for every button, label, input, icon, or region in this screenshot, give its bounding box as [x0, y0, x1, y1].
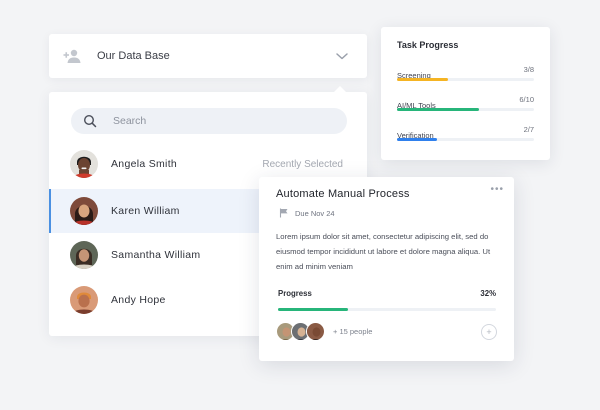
- add-user-icon[interactable]: [63, 46, 83, 66]
- progress-row-ai-ml-tools: AI/ML Tools 6/10: [397, 95, 534, 113]
- task-description: Lorem ipsum dolor sit amet, consectetur …: [276, 232, 491, 271]
- member-avatars[interactable]: + 15 people: [276, 322, 372, 341]
- recently-selected-label: Recently Selected: [262, 158, 343, 170]
- progress-row-count: 6/10: [519, 95, 534, 104]
- person-name: Angela Smith: [111, 158, 178, 170]
- progress-row-verification: Verification 2/7: [397, 125, 534, 143]
- more-options-icon[interactable]: •••: [490, 184, 504, 195]
- database-title: Our Data Base: [97, 50, 170, 62]
- task-progress-title: Task Progress: [397, 40, 459, 50]
- task-card: ••• Automate Manual Process Due Nov 24 L…: [259, 177, 514, 361]
- progress-track: [397, 108, 534, 111]
- search-icon: [83, 114, 97, 128]
- search-bar[interactable]: [71, 108, 347, 134]
- add-member-button[interactable]: +: [481, 324, 497, 340]
- task-title: Automate Manual Process: [276, 188, 410, 200]
- progress-fill: [397, 78, 449, 81]
- avatar: [70, 286, 98, 314]
- progress-fill: [397, 108, 480, 111]
- progress-row-count: 2/7: [523, 125, 534, 134]
- database-selector[interactable]: Our Data Base: [49, 34, 367, 78]
- avatar: [306, 322, 325, 341]
- avatar: [70, 150, 98, 178]
- progress-label: Progress: [278, 289, 312, 298]
- chevron-down-icon[interactable]: [335, 49, 349, 63]
- due-date: Due Nov 24: [279, 208, 335, 218]
- progress-track: [397, 138, 534, 141]
- avatar: [70, 197, 98, 225]
- progress-fill: [278, 308, 348, 311]
- progress-track: [397, 78, 534, 81]
- flag-icon: [279, 208, 289, 218]
- due-date-text: Due Nov 24: [295, 208, 335, 218]
- search-input[interactable]: [113, 115, 313, 127]
- avatar: [70, 241, 98, 269]
- progress-row-screening: Screening 3/8: [397, 65, 534, 83]
- progress-fill: [397, 138, 437, 141]
- progress-percent: 32%: [480, 289, 496, 298]
- task-progress-card: Task Progress Screening 3/8 AI/ML Tools …: [381, 27, 550, 160]
- more-people-count: + 15 people: [333, 327, 373, 336]
- progress-row-count: 3/8: [523, 65, 534, 74]
- progress-track: [278, 308, 496, 311]
